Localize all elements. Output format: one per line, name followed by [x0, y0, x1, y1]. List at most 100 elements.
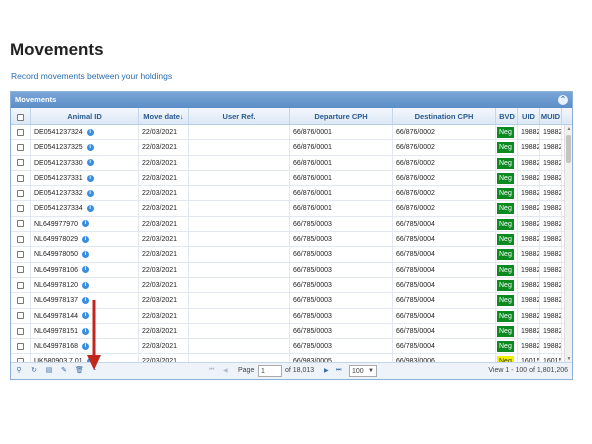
table-row[interactable]: NL649978120 i 22/03/2021 66/785/0003 66/785/…: [11, 277, 572, 294]
bvd-status-badge: Neg: [497, 279, 514, 291]
chevron-down-icon: ▼: [368, 368, 374, 374]
info-icon[interactable]: i: [82, 220, 89, 228]
row-checkbox[interactable]: [17, 143, 24, 151]
table-row[interactable]: DE0541237332 i 22/03/2021 66/876/0001 66/876…: [11, 186, 572, 202]
vertical-scrollbar[interactable]: ▲ ▼: [564, 125, 572, 363]
row-checkbox[interactable]: [17, 128, 24, 136]
move-date-cell: 22/03/2021: [139, 247, 189, 262]
info-icon[interactable]: i: [86, 128, 94, 136]
column-header-move-date[interactable]: Move date↓: [139, 108, 189, 124]
column-header-departure-cph[interactable]: Departure CPH: [290, 108, 393, 124]
row-checkbox[interactable]: [17, 159, 24, 167]
column-header-bvd[interactable]: BVD: [496, 108, 518, 124]
table-row[interactable]: DE0541237334 i 22/03/2021 66/876/0001 66/876…: [11, 201, 572, 217]
info-icon[interactable]: i: [82, 266, 89, 274]
bvd-cell: Neg: [496, 201, 518, 216]
uid-cell: 19882: [518, 247, 540, 262]
scrollbar-thumb[interactable]: [566, 135, 571, 163]
row-checkbox[interactable]: [17, 220, 24, 228]
prev-page-icon[interactable]: ◀: [223, 367, 228, 374]
export-icon[interactable]: ▤: [45, 367, 53, 375]
move-date-cell: 22/03/2021: [139, 186, 189, 201]
column-header-uid[interactable]: UID: [518, 108, 540, 124]
row-checkbox-cell[interactable]: [11, 201, 31, 216]
info-icon[interactable]: i: [82, 235, 89, 243]
user-ref-cell: [189, 247, 290, 262]
last-page-icon[interactable]: ⏭: [336, 367, 341, 374]
row-checkbox[interactable]: [17, 312, 24, 320]
row-checkbox-cell[interactable]: [11, 232, 31, 247]
row-checkbox[interactable]: [17, 251, 24, 259]
table-row[interactable]: NL649978050 i 22/03/2021 66/785/0003 66/785/…: [11, 247, 572, 263]
move-date-label: Move date: [143, 112, 180, 121]
page-title: Movements: [10, 40, 104, 59]
row-checkbox[interactable]: [17, 235, 24, 243]
table-row[interactable]: NL649978106 i 22/03/2021 66/785/0003 66/785/…: [11, 262, 572, 278]
row-checkbox-cell[interactable]: [11, 308, 31, 323]
row-checkbox-cell[interactable]: [11, 262, 31, 277]
destination-cph-cell: 66/876/0002: [393, 186, 496, 201]
muid-cell: 19882: [540, 339, 562, 354]
user-ref-cell: [189, 262, 290, 277]
row-checkbox[interactable]: [17, 296, 24, 304]
page-number-input[interactable]: 1: [258, 365, 282, 377]
uid-cell: 19882: [518, 155, 540, 170]
row-checkbox-cell[interactable]: [11, 140, 31, 155]
row-checkbox[interactable]: [17, 327, 24, 335]
info-icon[interactable]: i: [86, 189, 94, 197]
departure-cph-cell: 66/785/0003: [290, 262, 393, 277]
info-icon[interactable]: i: [86, 205, 94, 213]
collapse-icon[interactable]: ⌃: [558, 95, 568, 105]
search-icon[interactable]: ⚲: [15, 367, 23, 375]
column-header-destination-cph[interactable]: Destination CPH: [393, 108, 496, 124]
page-size-select[interactable]: 100 ▼: [349, 365, 377, 377]
row-checkbox[interactable]: [17, 281, 24, 289]
select-all-checkbox-cell[interactable]: [11, 108, 31, 124]
info-icon[interactable]: i: [86, 159, 94, 167]
row-checkbox[interactable]: [17, 174, 24, 182]
table-row[interactable]: DE0541237325 i 22/03/2021 66/876/0001 66/876…: [11, 140, 572, 156]
row-checkbox[interactable]: [17, 266, 24, 274]
row-checkbox-cell[interactable]: [11, 186, 31, 201]
row-checkbox-cell[interactable]: [11, 155, 31, 170]
info-icon[interactable]: i: [86, 143, 94, 151]
delete-icon[interactable]: 🗑: [75, 367, 84, 375]
row-checkbox-cell[interactable]: [11, 293, 31, 308]
row-checkbox[interactable]: [17, 205, 24, 213]
row-checkbox-cell[interactable]: [11, 339, 31, 354]
row-checkbox[interactable]: [17, 342, 24, 350]
departure-cph-cell: 66/876/0001: [290, 186, 393, 201]
bvd-cell: Neg: [496, 247, 518, 262]
row-checkbox[interactable]: [17, 189, 24, 197]
move-date-cell: 22/03/2021: [139, 277, 189, 293]
row-checkbox-cell[interactable]: [11, 247, 31, 262]
select-all-checkbox[interactable]: [17, 113, 24, 121]
info-icon[interactable]: i: [82, 281, 89, 289]
table-row[interactable]: DE0541237324 i 22/03/2021 66/876/0001 66/876…: [11, 125, 572, 141]
row-checkbox-cell[interactable]: [11, 125, 31, 140]
row-checkbox-cell[interactable]: [11, 170, 31, 186]
refresh-icon[interactable]: ↻: [30, 367, 38, 375]
table-row[interactable]: DE0541237331 i 22/03/2021 66/876/0001 66/876…: [11, 170, 572, 187]
uid-cell: 19882: [518, 277, 540, 293]
row-checkbox-cell[interactable]: [11, 277, 31, 293]
row-checkbox-cell[interactable]: [11, 323, 31, 339]
animal-id: DE0541237330: [34, 159, 83, 167]
table-row[interactable]: NL649977970 i 22/03/2021 66/785/0003 66/785/…: [11, 216, 572, 233]
column-header-animal-id[interactable]: Animal ID: [31, 108, 139, 124]
column-header-user-ref[interactable]: User Ref.: [189, 108, 290, 124]
animal-id: NL649978050: [34, 251, 78, 259]
first-page-icon[interactable]: ⏮: [209, 367, 214, 374]
destination-cph-cell: 66/876/0002: [393, 170, 496, 186]
edit-icon[interactable]: ✎: [60, 367, 68, 375]
table-row[interactable]: NL649978029 i 22/03/2021 66/785/0003 66/785/…: [11, 232, 572, 248]
row-checkbox-cell[interactable]: [11, 216, 31, 232]
info-icon[interactable]: i: [82, 251, 89, 259]
table-row[interactable]: DE0541237330 i 22/03/2021 66/876/0001 66/876…: [11, 155, 572, 171]
user-ref-cell: [189, 201, 290, 216]
next-page-icon[interactable]: ▶: [324, 367, 329, 374]
info-icon[interactable]: i: [86, 174, 94, 182]
destination-cph-cell: 66/876/0002: [393, 201, 496, 216]
scroll-up-icon[interactable]: ▲: [565, 125, 572, 133]
column-header-muid[interactable]: MUID: [540, 108, 562, 124]
